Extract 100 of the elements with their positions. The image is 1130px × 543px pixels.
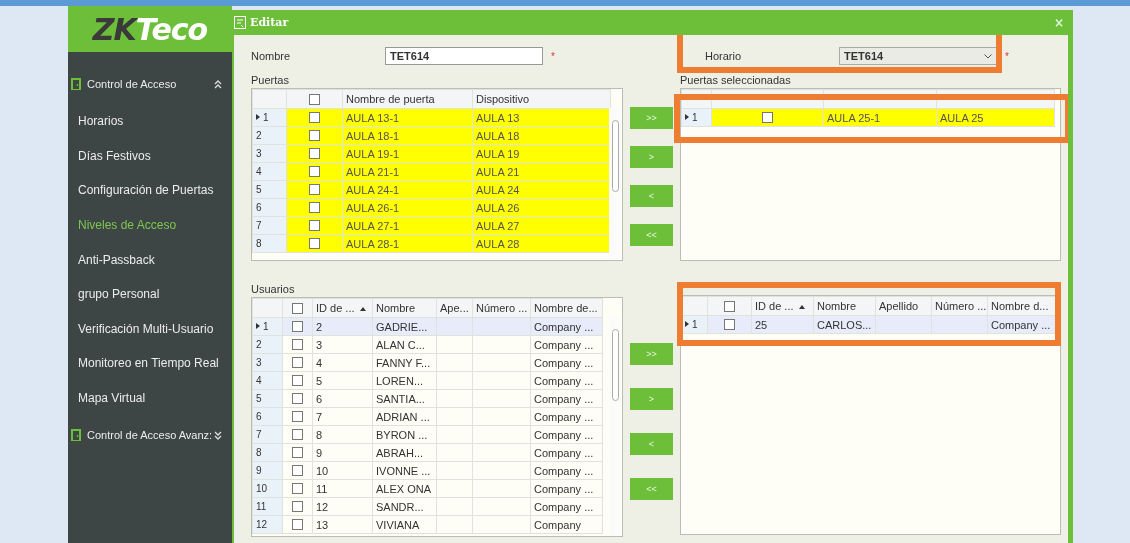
row-number: 9 — [256, 465, 262, 476]
table-cell: VIVIANA — [372, 515, 437, 534]
checkbox[interactable] — [292, 357, 303, 368]
column-header[interactable]: ID de ... — [312, 298, 373, 318]
table-cell: ABRAH... — [372, 443, 437, 462]
column-header[interactable]: Número ... — [931, 296, 988, 316]
table-cell: ADRIAN ... — [372, 407, 437, 426]
row-number: 1 — [263, 112, 269, 123]
table-cell: SANDR... — [372, 497, 437, 516]
row-number: 7 — [256, 429, 262, 440]
column-header[interactable]: Nombre de puerta — [342, 89, 473, 109]
row-number: 8 — [256, 447, 262, 458]
column-header[interactable]: Ape... — [436, 298, 473, 318]
checkbox[interactable] — [309, 148, 320, 159]
table-cell: Company ... — [530, 389, 603, 408]
row-number: 8 — [256, 238, 262, 249]
scrollbar[interactable] — [609, 108, 621, 260]
table-cell: Company ... — [530, 443, 603, 462]
required-mark: * — [551, 50, 555, 62]
required-mark: * — [1005, 50, 1009, 62]
checkbox[interactable] — [309, 112, 320, 123]
table-cell: 13 — [312, 515, 373, 534]
table-cell: 3 — [312, 335, 373, 354]
checkbox[interactable] — [292, 321, 303, 332]
table-cell: FANNY F... — [372, 353, 437, 372]
row-number: 5 — [256, 393, 262, 404]
checkbox[interactable] — [292, 339, 303, 350]
table-cell: 11 — [312, 479, 373, 498]
menu-item[interactable]: Horarios — [68, 104, 232, 139]
table-cell: SANTIA... — [372, 389, 437, 408]
table-cell: Company ... — [530, 479, 603, 498]
row-number: 3 — [256, 357, 262, 368]
checkbox[interactable] — [292, 501, 303, 512]
table-cell: Company ... — [530, 497, 603, 516]
checkbox[interactable] — [292, 411, 303, 422]
checkbox[interactable] — [309, 130, 320, 141]
column-header[interactable]: Nombre — [813, 296, 876, 316]
chevron-down-icon — [984, 53, 992, 59]
menu-section[interactable]: Control de Acceso — [87, 78, 212, 90]
menu-item[interactable]: Días Festivos — [68, 138, 232, 174]
row-number: 2 — [256, 130, 262, 141]
table-cell: Company ... — [530, 371, 603, 390]
checkbox[interactable] — [724, 300, 735, 312]
checkbox[interactable] — [724, 319, 735, 330]
row-number: 10 — [256, 483, 268, 494]
edit-form-icon — [234, 16, 246, 29]
table-cell: 5 — [312, 371, 373, 390]
menu-item[interactable]: Configuración de Puertas — [68, 173, 232, 208]
checkbox[interactable] — [309, 93, 320, 105]
menu-item[interactable]: Anti-Passback — [68, 242, 232, 277]
table-cell: 12 — [312, 497, 373, 516]
scrollbar[interactable] — [609, 317, 621, 536]
menu-item[interactable]: grupo Personal — [68, 276, 232, 312]
schedule-dropdown[interactable]: TET614 — [839, 47, 997, 65]
checkbox[interactable] — [292, 483, 303, 494]
row-number: 4 — [256, 166, 262, 177]
menu-item[interactable]: Mapa Virtual — [68, 380, 232, 416]
checkbox[interactable] — [309, 202, 320, 213]
table-cell: 4 — [312, 353, 373, 372]
row-number: 5 — [256, 184, 262, 195]
checkbox[interactable] — [292, 429, 303, 440]
menu-item[interactable]: Verificación Multi-Usuario — [68, 311, 232, 347]
table-cell: ALEX ONA — [372, 479, 437, 498]
table-cell: Company — [530, 515, 603, 534]
table-cell: IVONNE ... — [372, 461, 437, 480]
menu-item[interactable]: Monitoreo en Tiempo Real — [68, 346, 232, 381]
field-label: Nombre — [251, 50, 292, 62]
row-number: 1 — [692, 319, 698, 330]
checkbox[interactable] — [292, 302, 303, 314]
column-header[interactable]: Dispositivo — [472, 89, 611, 109]
checkbox[interactable] — [292, 447, 303, 458]
checkbox[interactable] — [309, 166, 320, 177]
checkbox[interactable] — [292, 465, 303, 476]
row-number: 3 — [256, 148, 262, 159]
checkbox[interactable] — [762, 112, 773, 123]
menu-section[interactable]: Control de Acceso Avanz: — [87, 429, 212, 442]
checkbox[interactable] — [292, 393, 303, 404]
section-label: Puertas — [251, 73, 290, 88]
row-number: 1 — [263, 321, 269, 332]
table-cell: 6 — [312, 389, 373, 408]
name-field[interactable]: TET614 — [385, 47, 543, 65]
checkbox[interactable] — [309, 184, 320, 195]
row-number: 12 — [256, 519, 268, 530]
column-header[interactable]: Nombre — [372, 298, 437, 318]
checkbox[interactable] — [292, 375, 303, 386]
menu-item[interactable]: Niveles de Acceso — [68, 207, 232, 243]
collapse-icon[interactable] — [214, 79, 222, 89]
expand-icon[interactable] — [214, 430, 222, 440]
row-number: 1 — [692, 112, 698, 123]
checkbox[interactable] — [292, 519, 303, 530]
table-cell: 8 — [312, 425, 373, 444]
column-header[interactable]: Apellido — [875, 296, 932, 316]
column-header[interactable]: Número ... — [472, 298, 531, 318]
column-header[interactable]: Nombre de... — [530, 298, 603, 318]
table-cell: LOREN... — [372, 371, 437, 390]
table-cell: BYRON ... — [372, 425, 437, 444]
checkbox[interactable] — [309, 220, 320, 231]
checkbox[interactable] — [309, 238, 320, 249]
row-number: 11 — [256, 501, 267, 512]
column-header[interactable]: ID de ... — [751, 296, 814, 316]
